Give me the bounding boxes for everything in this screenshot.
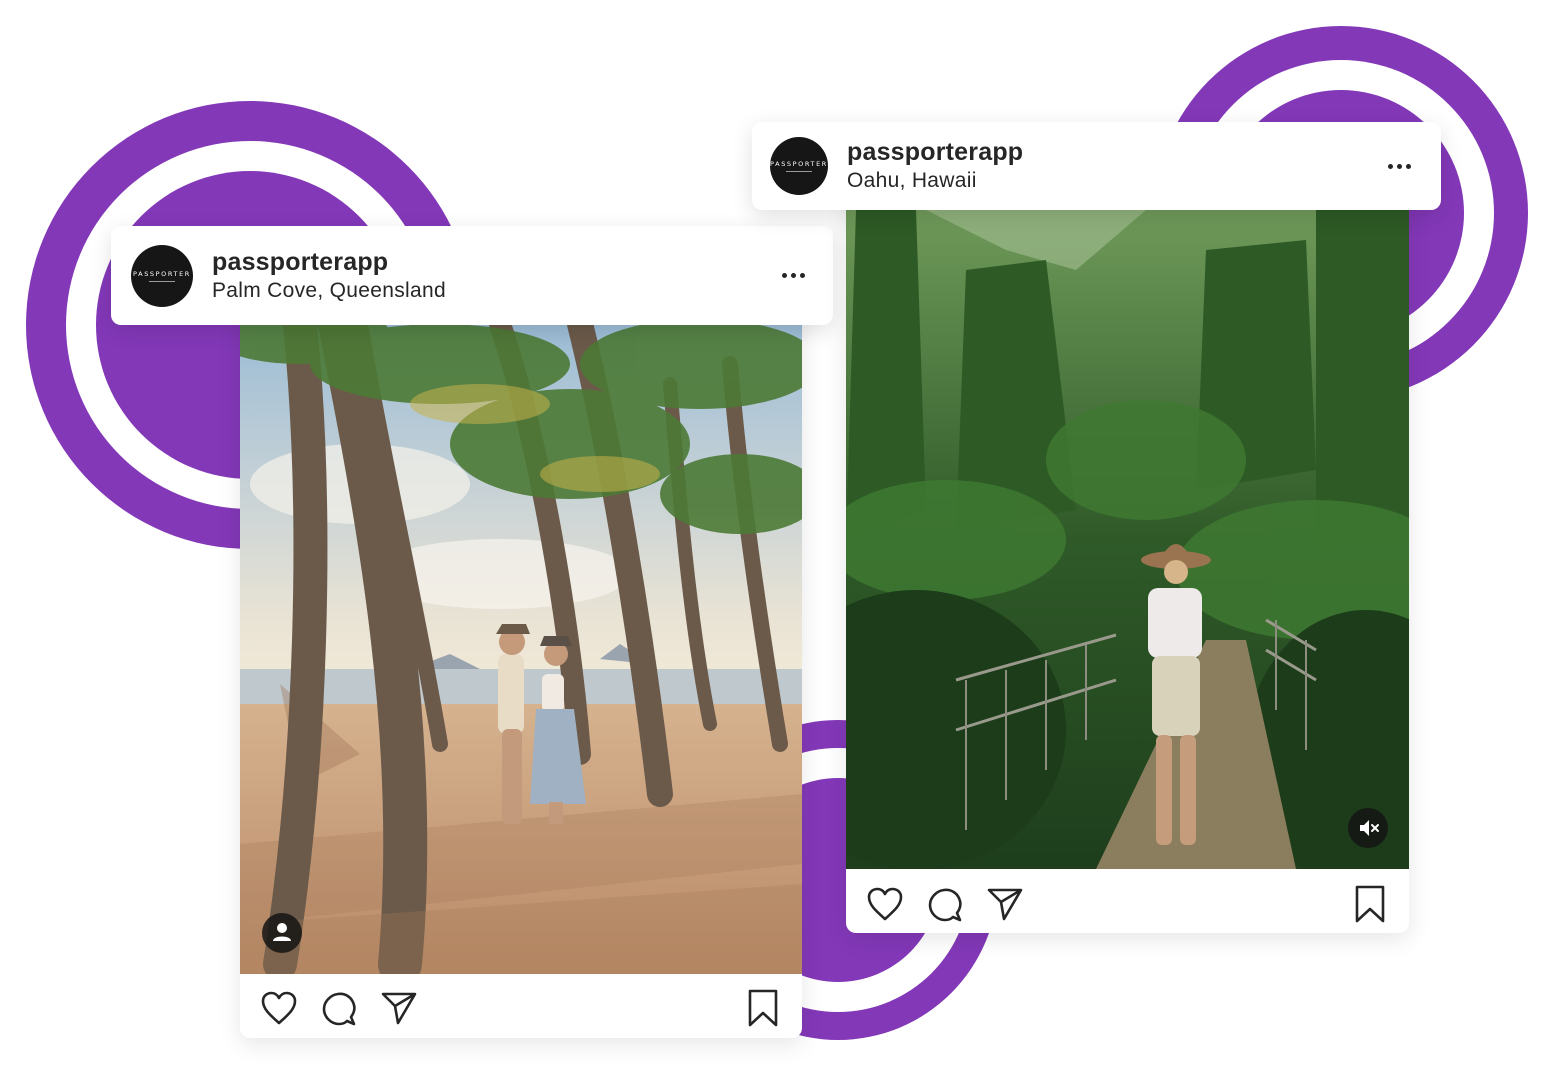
dot-icon — [1397, 163, 1402, 169]
post-photo-palm-cove[interactable] — [240, 324, 802, 974]
share-icon[interactable] — [986, 886, 1024, 922]
heart-icon[interactable] — [866, 886, 904, 922]
avatar[interactable]: PASSPORTER — [770, 137, 828, 195]
post-header-oahu: PASSPORTER passporterapp Oahu, Hawaii — [752, 122, 1441, 210]
avatar-logo-text: PASSPORTER — [133, 269, 191, 278]
post-actions-palm-cove — [240, 974, 802, 1038]
post-video-oahu[interactable] — [846, 210, 1409, 869]
dot-icon — [782, 273, 787, 278]
post-header-palm-cove: PASSPORTER passporterapp Palm Cove, Quee… — [111, 226, 833, 325]
dot-icon — [791, 273, 796, 278]
dot-icon — [800, 273, 805, 278]
location-link[interactable]: Oahu, Hawaii — [847, 167, 1378, 195]
avatar-logo-text: PASSPORTER — [770, 160, 828, 168]
mute-button[interactable] — [1348, 808, 1388, 848]
tagged-users-button[interactable] — [262, 913, 302, 953]
bookmark-icon[interactable] — [746, 988, 780, 1028]
heart-icon[interactable] — [260, 990, 298, 1026]
mute-icon — [1360, 820, 1379, 836]
location-link[interactable]: Palm Cove, Queensland — [212, 277, 772, 305]
comment-icon[interactable] — [926, 886, 964, 924]
post-meta: passporterapp Oahu, Hawaii — [847, 137, 1378, 195]
avatar-logo-rule — [786, 171, 812, 172]
user-tag-icon — [273, 923, 291, 941]
post-actions-oahu — [846, 869, 1409, 933]
avatar-logo-rule — [149, 280, 175, 282]
more-options-button[interactable] — [1378, 154, 1421, 179]
dot-icon — [1406, 163, 1411, 169]
avatar[interactable]: PASSPORTER — [131, 244, 193, 307]
more-options-button[interactable] — [772, 263, 815, 288]
dot-icon — [1388, 163, 1393, 169]
post-meta: passporterapp Palm Cove, Queensland — [212, 247, 772, 305]
share-icon[interactable] — [380, 990, 418, 1026]
username-link[interactable]: passporterapp — [847, 137, 1378, 167]
bookmark-icon[interactable] — [1353, 884, 1387, 924]
comment-icon[interactable] — [320, 990, 358, 1028]
username-link[interactable]: passporterapp — [212, 247, 772, 277]
